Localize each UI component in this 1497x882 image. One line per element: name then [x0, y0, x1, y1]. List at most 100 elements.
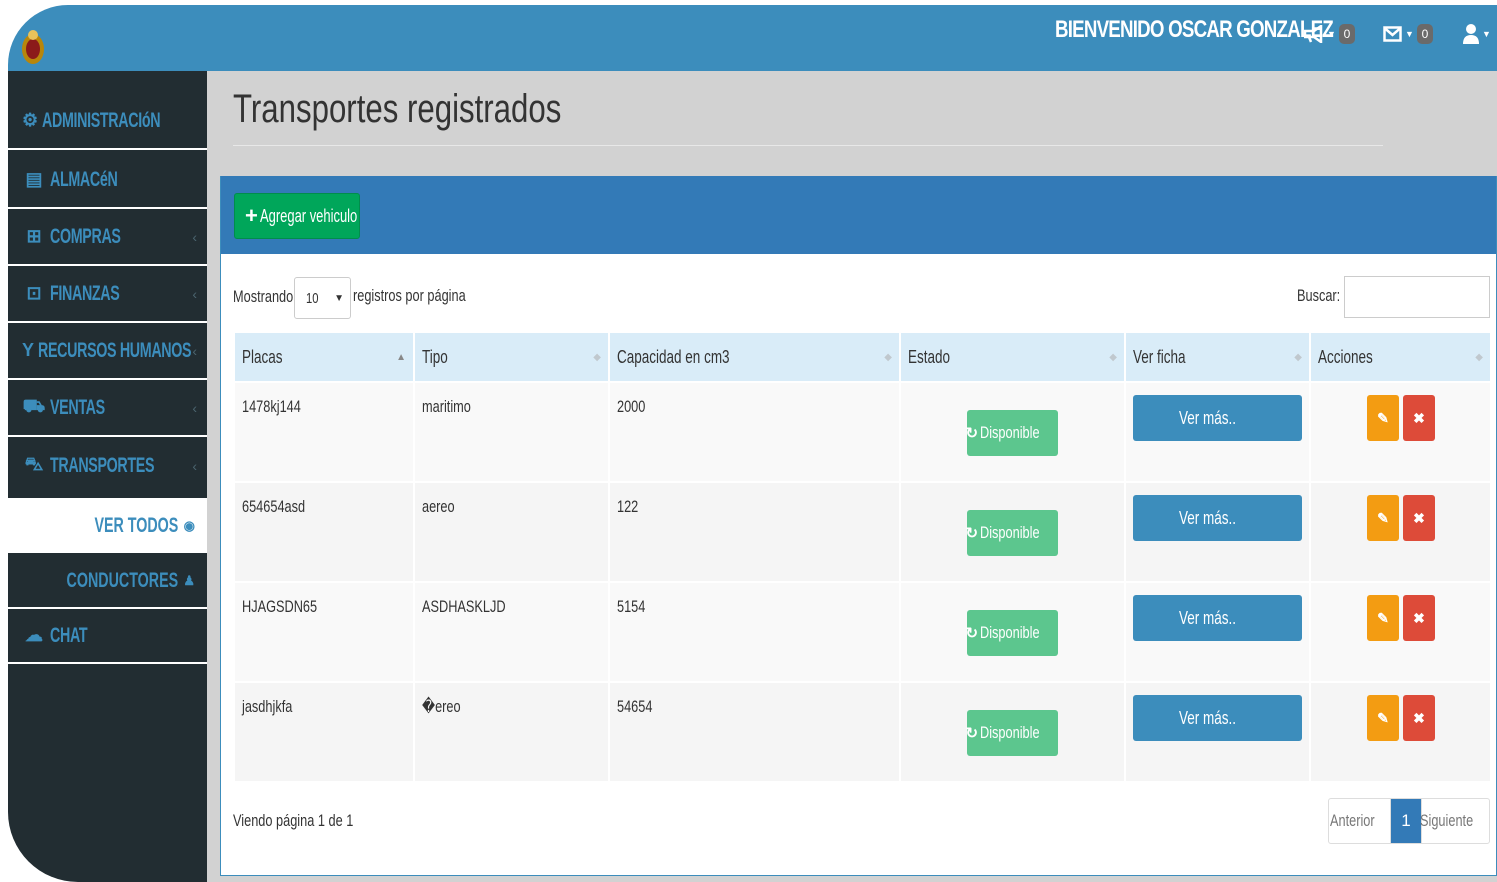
pagination-next-label: Siguiente	[1420, 811, 1474, 830]
logo-icon[interactable]	[18, 25, 48, 67]
column-header-tipo[interactable]: Tipo ◆	[415, 333, 610, 381]
cell-text: 2000	[617, 397, 646, 416]
cell-placa: HJAGSDN65	[235, 581, 415, 681]
chevron-left-icon: ‹	[192, 399, 197, 416]
edit-button[interactable]: ✎	[1367, 395, 1399, 441]
cell-tipo: aereo	[415, 481, 610, 581]
status-available-button[interactable]: ↻ Disponible	[965, 410, 1058, 456]
sidebar-item-label: ADMINISTRACIóN	[42, 108, 161, 132]
cell-text: jasdhjkfa	[242, 697, 293, 716]
cell-text: HJAGSDN65	[242, 597, 318, 616]
column-header-ver-ficha[interactable]: Ver ficha ◆	[1126, 333, 1311, 381]
pagination-page-label: 1	[1401, 811, 1411, 830]
column-header-acciones[interactable]: Acciones ◆	[1311, 333, 1490, 381]
view-more-button[interactable]: Ver más..	[1133, 595, 1302, 641]
column-header-placas[interactable]: Placas ▲	[235, 333, 415, 381]
app-window: BIENVENIDO OSCAR GONZALEZ ▼ 0 ▼ 0 ▼ ⚙ AD…	[8, 5, 1497, 882]
close-icon: ✖	[1413, 709, 1425, 726]
close-icon: ✖	[1413, 409, 1425, 426]
cell-acciones: ✎ ✖	[1311, 481, 1490, 581]
plus-icon: +	[245, 203, 258, 228]
chat-icon: ☁	[25, 625, 43, 645]
user-icon: ♟	[183, 572, 195, 588]
cell-text: �ereo	[422, 697, 461, 716]
delete-button[interactable]: ✖	[1403, 495, 1435, 541]
edit-icon: ✎	[1377, 609, 1389, 626]
sidebar-item-transportes[interactable]: ⛍ TRANSPORTES ‹	[8, 437, 207, 494]
pagination-next[interactable]: Siguiente	[1420, 799, 1489, 843]
table-info: Viendo página 1 de 1	[233, 811, 393, 831]
sort-icon: ◆	[884, 351, 892, 363]
status-label: Disponible	[980, 423, 1040, 442]
cell-text: 5154	[617, 597, 646, 616]
sort-asc-icon: ▲	[396, 351, 406, 363]
sidebar-item-label: CHAT	[50, 623, 88, 647]
column-label: Capacidad en cm3	[617, 346, 730, 367]
delete-button[interactable]: ✖	[1403, 695, 1435, 741]
add-vehicle-button[interactable]: + Agregar vehiculo	[234, 193, 360, 239]
cell-tipo: maritimo	[415, 381, 610, 481]
table-info-text: Viendo página 1 de 1	[233, 811, 354, 830]
status-available-button[interactable]: ↻ Disponible	[966, 710, 1058, 756]
envelope-icon	[1383, 26, 1402, 42]
panel-header: + Agregar vehiculo	[221, 176, 1496, 254]
cell-capacidad: 54654	[610, 681, 901, 781]
column-header-estado[interactable]: Estado ◆	[901, 333, 1126, 381]
cell-estado: ↻ Disponible	[901, 481, 1126, 581]
messages-menu[interactable]: ▼ 0	[1383, 22, 1433, 46]
sidebar-item-compras[interactable]: ⊞ COMPRAS ‹	[8, 209, 207, 266]
sidebar-item-chat[interactable]: ☁ CHAT	[8, 607, 207, 664]
edit-button[interactable]: ✎	[1367, 495, 1399, 541]
notifications-menu[interactable]: ▼ 0	[1304, 22, 1355, 46]
sidebar-subitem-ver-todos[interactable]: VER TODOS ◉	[8, 498, 207, 553]
pagination-previous-label: Anterior	[1329, 811, 1375, 830]
column-header-capacidad[interactable]: Capacidad en cm3 ◆	[610, 333, 901, 381]
cell-ver-ficha: Ver más..	[1126, 581, 1311, 681]
status-label: Disponible	[980, 623, 1040, 642]
sidebar-item-almacen[interactable]: ▤ ALMACéN	[8, 152, 207, 209]
close-icon: ✖	[1413, 609, 1425, 626]
pagination-previous[interactable]: Anterior	[1329, 799, 1391, 843]
delete-button[interactable]: ✖	[1403, 595, 1435, 641]
sidebar-item-label: ALMACéN	[50, 167, 118, 191]
sidebar-subitem-label: VER TODOS	[94, 513, 179, 537]
cell-text: maritimo	[422, 397, 471, 416]
column-label: Tipo	[422, 346, 448, 367]
user-menu[interactable]: ▼	[1463, 22, 1494, 46]
sidebar-item-finanzas[interactable]: ⊡ FINANZAS ‹	[8, 266, 207, 323]
page-length-value: 10	[306, 289, 319, 307]
pagination-page-1[interactable]: 1	[1391, 799, 1421, 843]
view-more-button[interactable]: Ver más..	[1133, 395, 1302, 441]
column-label: Placas	[242, 346, 283, 367]
cell-estado: ↻ Disponible	[901, 381, 1126, 481]
search-input[interactable]	[1344, 276, 1490, 318]
view-more-button[interactable]: Ver más..	[1133, 495, 1302, 541]
eye-icon: ◉	[183, 517, 195, 533]
length-prefix-text: Mostrando	[233, 287, 294, 306]
chevron-left-icon: ‹	[192, 228, 197, 245]
edit-icon: ✎	[1377, 409, 1389, 426]
sidebar: ⚙ ADMINISTRACIóN ▤ ALMACéN ⊞ COMPRAS ‹ ⊡…	[8, 71, 207, 882]
edit-button[interactable]: ✎	[1367, 595, 1399, 641]
sidebar-subitem-conductores[interactable]: CONDUCTORES ♟	[8, 553, 207, 608]
column-label: Acciones	[1318, 346, 1373, 367]
status-label: Disponible	[980, 723, 1040, 742]
sidebar-item-ventas[interactable]: ⛟ VENTAS ‹	[8, 380, 207, 437]
chevron-left-icon: ‹	[192, 285, 197, 302]
user-icon	[1463, 24, 1479, 44]
sidebar-item-recursos-humanos[interactable]: Y RECURSOS HUMANOS ‹	[8, 323, 207, 380]
table-row: 654654asd aereo 122 ↻ Disponible Ver más.…	[235, 481, 1490, 581]
cell-text: 1478kj144	[242, 397, 301, 416]
refresh-icon: ↻	[965, 425, 979, 442]
view-more-button[interactable]: Ver más..	[1133, 695, 1302, 741]
chevron-left-icon: ‹	[192, 457, 197, 474]
main-content: Transportes registrados + Agregar vehicu…	[207, 71, 1497, 882]
sidebar-item-administracion[interactable]: ⚙ ADMINISTRACIóN	[8, 93, 207, 150]
page-length-select[interactable]: 10 ▼	[294, 277, 351, 319]
add-vehicle-label: Agregar vehiculo	[259, 205, 358, 226]
cell-placa: 1478kj144	[235, 381, 415, 481]
status-available-button[interactable]: ↻ Disponible	[966, 610, 1058, 656]
edit-button[interactable]: ✎	[1367, 695, 1399, 741]
delete-button[interactable]: ✖	[1403, 395, 1435, 441]
status-available-button[interactable]: ↻ Disponible	[966, 510, 1058, 556]
